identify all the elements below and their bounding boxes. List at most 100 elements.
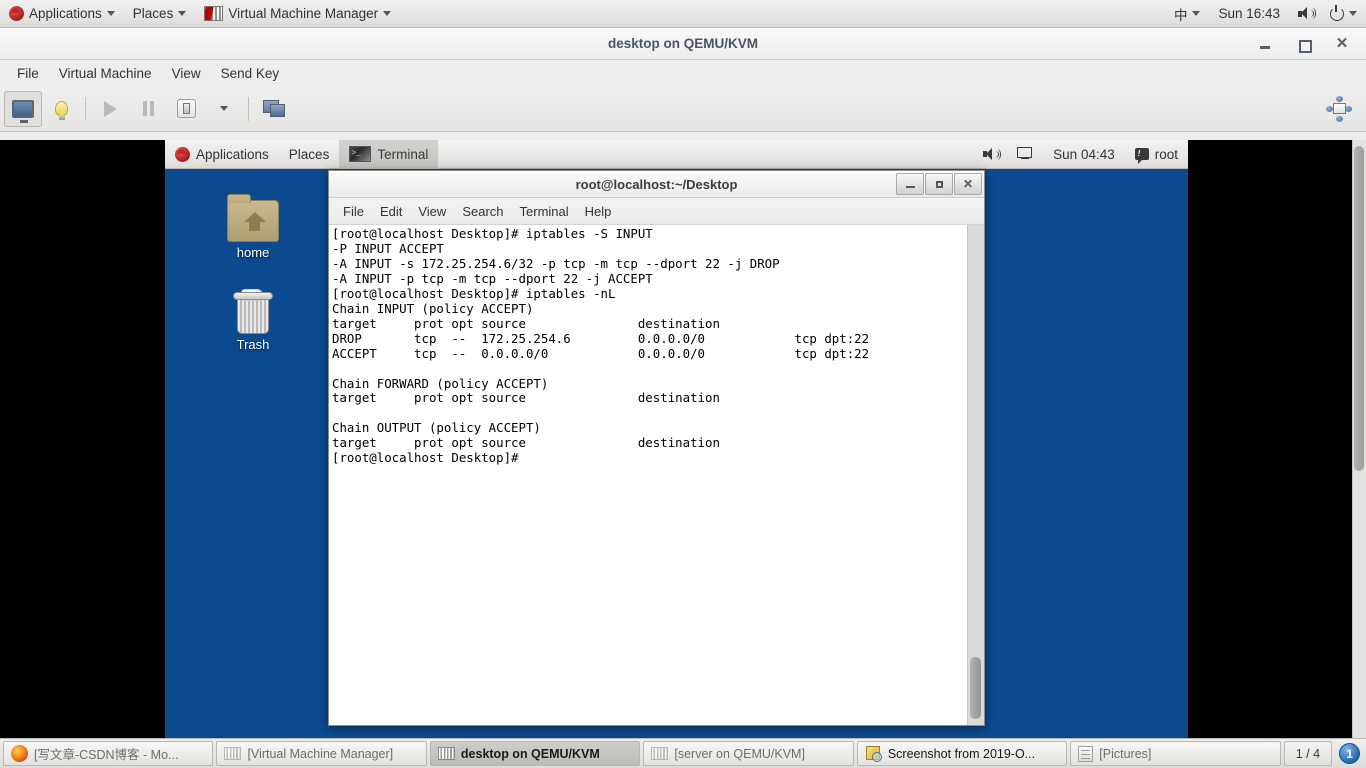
host-menu-places[interactable]: Places [124, 0, 196, 28]
trash-icon [233, 289, 273, 334]
terminal-output: [root@localhost Desktop]# iptables -S IN… [332, 226, 870, 466]
toolbar-snapshots[interactable] [254, 91, 292, 127]
vmm-menu-virtual-machine[interactable]: Virtual Machine [50, 63, 161, 84]
pictures-icon [1078, 745, 1094, 762]
toolbar-fullscreen[interactable] [1320, 91, 1358, 127]
taskbar-item-pictures[interactable]: [Pictures] [1070, 741, 1281, 766]
guest-volume-button[interactable] [973, 140, 1007, 169]
vmm-minimize-button[interactable] [1258, 36, 1274, 52]
host-power-menu[interactable] [1321, 0, 1366, 28]
desktop-icon-home[interactable]: home [205, 194, 301, 260]
guest-network-status[interactable] [1007, 140, 1043, 169]
vmm-icon [224, 747, 242, 760]
firefox-icon [11, 745, 28, 762]
vmm-menu-file[interactable]: File [8, 63, 48, 84]
desktop-icon-trash[interactable]: Trash [205, 289, 301, 352]
shutdown-icon [176, 99, 196, 118]
vm-letterbox-left [0, 140, 165, 738]
terminal-window: root@localhost:~/Desktop ✕ File Edit Vie… [328, 170, 985, 726]
desktop-icon-home-label: home [236, 245, 270, 260]
toolbar-show-hardware-details[interactable] [42, 91, 80, 127]
guest-user-label: root [1154, 146, 1178, 162]
terminal-close-button[interactable]: ✕ [954, 173, 982, 195]
terminal-menu-help[interactable]: Help [577, 201, 620, 222]
desktop-icon-trash-label: Trash [236, 337, 270, 352]
input-method-label: 中 [1173, 7, 1188, 23]
chevron-down-icon [178, 11, 187, 16]
guest-window-list-label: Terminal [377, 146, 429, 162]
terminal-titlebar: root@localhost:~/Desktop ✕ [329, 171, 984, 198]
terminal-minimize-button[interactable] [896, 173, 924, 195]
vmm-titlebar: desktop on QEMU/KVM ✕ [0, 28, 1366, 60]
redhat-icon [9, 6, 24, 21]
guest-clock-label: Sun 04:43 [1053, 146, 1115, 162]
terminal-menu-file[interactable]: File [335, 201, 372, 222]
screenshot-icon [865, 745, 882, 762]
toolbar-show-graphical-console[interactable] [4, 90, 42, 127]
taskbar-item-desktop-vm[interactable]: desktop on QEMU/KVM [429, 741, 641, 766]
pause-icon [142, 101, 155, 116]
taskbar-item-label: [Pictures] [1099, 746, 1152, 761]
toolbar-separator-2 [243, 91, 254, 127]
vmm-close-button[interactable]: ✕ [1334, 36, 1350, 52]
taskbar-item-label: [写文章-CSDN博客 - Mo... [34, 748, 179, 762]
vmm-menu-view[interactable]: View [163, 63, 210, 84]
vmm-menu-send-key[interactable]: Send Key [212, 63, 289, 84]
vm-graphical-console[interactable]: Applications Places Terminal Sun 04:43 !… [165, 140, 1188, 738]
network-disconnected-icon [1017, 147, 1033, 161]
workspace-current-badge[interactable]: 1 [1339, 743, 1361, 764]
terminal-maximize-button[interactable] [925, 173, 953, 195]
host-active-window-menu[interactable]: Virtual Machine Manager [195, 0, 400, 28]
toolbar-shutdown-options[interactable] [205, 91, 243, 127]
workspace-switcher[interactable]: 1 / 4 [1283, 741, 1333, 766]
guest-applications-label: Applications [196, 146, 269, 162]
guest-window-list-terminal[interactable]: Terminal [339, 140, 439, 169]
taskbar-item-screenshot[interactable]: Screenshot from 2019-O... [856, 741, 1068, 766]
host-volume-button[interactable] [1289, 0, 1321, 28]
vm-letterbox-right [1188, 140, 1352, 738]
terminal-menu-search[interactable]: Search [454, 201, 511, 222]
vmm-maximize-button[interactable] [1296, 36, 1312, 53]
host-clock-label: Sun 16:43 [1218, 6, 1280, 21]
taskbar-item-label: [server on QEMU/KVM] [674, 746, 805, 761]
lightbulb-icon [54, 101, 68, 120]
host-top-panel: Applications Places Virtual Machine Mana… [0, 0, 1366, 28]
screens-icon [262, 100, 285, 117]
toolbar-pause-vm[interactable] [129, 91, 167, 127]
terminal-icon [349, 146, 372, 162]
taskbar-item-server-vm[interactable]: [server on QEMU/KVM] [643, 741, 854, 766]
taskbar-item-vmm[interactable]: [Virtual Machine Manager] [216, 741, 427, 766]
guest-user-menu[interactable]: ! root [1125, 140, 1188, 169]
vm-console-scrollbar-thumb[interactable] [1354, 146, 1364, 471]
terminal-scrollbar-thumb[interactable] [970, 657, 981, 719]
host-active-window-label: Virtual Machine Manager [228, 6, 379, 21]
terminal-menu-view[interactable]: View [410, 201, 454, 222]
taskbar-item-label: Screenshot from 2019-O... [887, 746, 1036, 761]
vmm-window-title: desktop on QEMU/KVM [607, 36, 758, 51]
host-input-method[interactable]: 中 [1165, 0, 1210, 28]
vmm-icon [204, 6, 224, 21]
taskbar-item-firefox[interactable]: [写文章-CSDN博客 - Mo... [3, 741, 214, 766]
toolbar-run-vm[interactable] [91, 91, 129, 127]
power-icon [1330, 4, 1344, 21]
terminal-body[interactable]: [root@localhost Desktop]# iptables -S IN… [329, 225, 984, 725]
guest-menu-applications[interactable]: Applications [165, 140, 279, 169]
screen: Applications Places Virtual Machine Mana… [0, 0, 1366, 768]
host-taskbar: [写文章-CSDN博客 - Mo... [Virtual Machine Man… [0, 738, 1366, 768]
guest-places-label: Places [288, 146, 330, 162]
vmm-window-controls: ✕ [1258, 28, 1360, 60]
terminal-scrollbar[interactable] [967, 225, 984, 725]
terminal-menu-terminal[interactable]: Terminal [512, 201, 577, 222]
guest-menu-places[interactable]: Places [279, 140, 340, 169]
chevron-down-icon [220, 106, 228, 111]
guest-clock[interactable]: Sun 04:43 [1043, 140, 1125, 169]
workspace-current-label: 1 [1346, 746, 1353, 761]
terminal-menu-edit[interactable]: Edit [372, 201, 410, 222]
vmm-icon [437, 747, 455, 760]
host-menu-applications[interactable]: Applications [0, 0, 124, 28]
toolbar-shutdown-vm[interactable] [167, 91, 205, 127]
volume-icon [1298, 7, 1316, 20]
host-clock[interactable]: Sun 16:43 [1209, 0, 1289, 28]
redhat-icon [175, 146, 190, 162]
guest-top-panel: Applications Places Terminal Sun 04:43 !… [165, 140, 1188, 169]
